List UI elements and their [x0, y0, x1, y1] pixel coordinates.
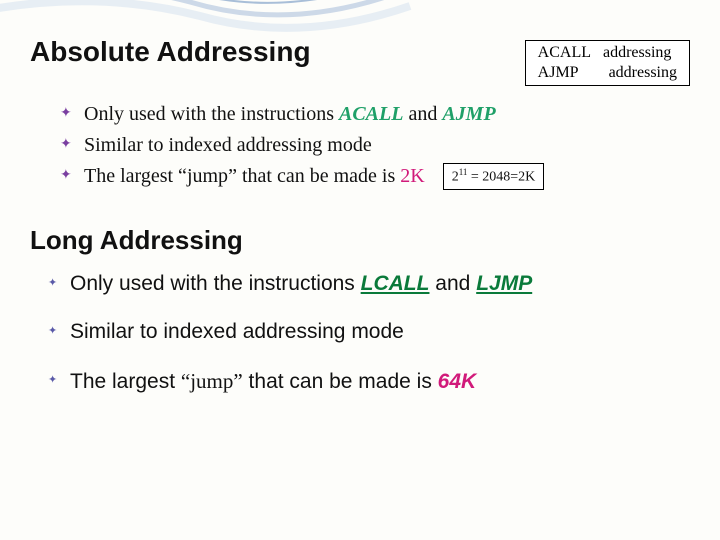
- b3-post: that can be made is: [237, 165, 400, 187]
- title-row: Absolute Addressing ACALL addressing AJM…: [30, 36, 690, 86]
- slide: Absolute Addressing ACALL addressing AJM…: [0, 0, 720, 440]
- keyword-ljmp: LJMP: [476, 272, 532, 295]
- b3-word: jump: [187, 165, 228, 187]
- list-item: Similar to indexed addressing mode: [60, 131, 690, 160]
- sb-post: = 2048=2K: [467, 169, 535, 184]
- lb3-pre: The largest: [70, 370, 181, 393]
- b2-text: Similar to indexed addressing mode: [84, 134, 372, 156]
- box-acall-addr: addressing: [603, 43, 671, 63]
- list-item: Similar to indexed addressing mode: [48, 318, 690, 346]
- lb3-post: that can be made is: [243, 370, 438, 393]
- power-of-two-box: 211 = 2048=2K: [443, 163, 545, 191]
- long-bullets: Only used with the instructions LCALL an…: [30, 270, 690, 396]
- absolute-bullets: Only used with the instructions ACALL an…: [30, 100, 690, 191]
- heading-long-addressing: Long Addressing: [30, 225, 690, 256]
- acall-ajmp-box: ACALL addressing AJMP addressing: [525, 40, 690, 86]
- lb1-mid: and: [429, 272, 476, 295]
- b1-text-pre: Only used with the instructions: [84, 103, 339, 125]
- sb-pre: 2: [452, 169, 459, 184]
- lb3-q1: “: [181, 369, 190, 393]
- list-item: The largest “jump” that can be made is 6…: [48, 367, 690, 396]
- keyword-acall: ACALL: [339, 103, 403, 125]
- lb1-pre: Only used with the instructions: [70, 272, 361, 295]
- keyword-2k: 2K: [400, 165, 424, 187]
- b1-text-mid: and: [403, 103, 442, 125]
- b3-pre: The largest: [84, 165, 178, 187]
- list-item: Only used with the instructions LCALL an…: [48, 270, 690, 298]
- keyword-lcall: LCALL: [361, 272, 430, 295]
- list-item: The largest “jump” that can be made is 2…: [60, 162, 690, 191]
- box-ajmp: AJMP: [538, 63, 579, 83]
- heading-absolute-addressing: Absolute Addressing: [30, 36, 311, 68]
- b3-q1: “: [178, 165, 187, 187]
- box-acall: ACALL: [538, 43, 591, 63]
- list-item: Only used with the instructions ACALL an…: [60, 100, 690, 129]
- box-ajmp-addr: addressing: [609, 63, 677, 83]
- lb2-text: Similar to indexed addressing mode: [70, 320, 404, 343]
- keyword-ajmp: AJMP: [442, 103, 495, 125]
- keyword-64k: 64K: [438, 370, 477, 393]
- b3-q2: ”: [228, 165, 237, 187]
- lb3-q2: ”: [233, 369, 242, 393]
- lb3-word: jump: [190, 369, 233, 393]
